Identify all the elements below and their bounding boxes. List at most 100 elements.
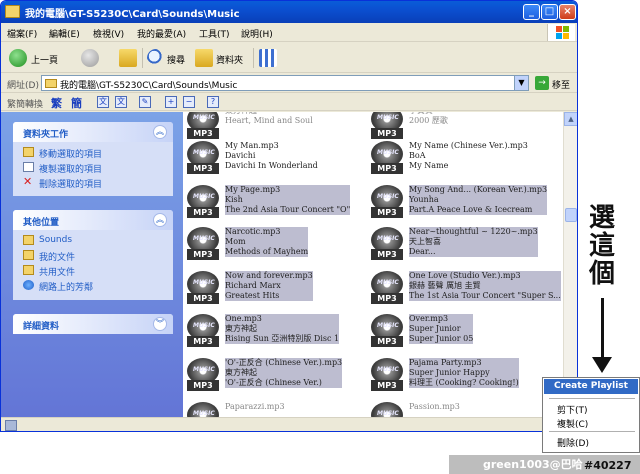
folders-button[interactable]: 資料夾 [195,47,249,69]
file-artist: BoA [409,151,426,160]
folder-icon [5,5,20,18]
file-item[interactable]: MUSIC MP3 My Name (Chinese Ver.).mp3 BoA My … [367,139,543,177]
disc-label: MUSIC [193,366,215,373]
folder-tasks-title: 資料夾工作 [23,130,69,140]
file-item[interactable]: MUSIC MP3 One Love (Studio Ver.).mp3 銀赫 藝聲 … [367,269,561,307]
file-info: My Song And... (Korean Ver.).mp3 Younha Pa… [409,185,548,215]
back-button[interactable]: 上一頁 [5,47,75,69]
file-item[interactable]: MUSIC MP3 Near~thoughtful ~ 1220~.mp3 天上智喜 D… [367,225,543,263]
views-icon [259,49,277,67]
search-button[interactable]: 搜尋 [147,47,191,69]
traditional-button[interactable]: 繁 [51,95,62,111]
file-item[interactable]: MUSIC MP3 Narcotic.mp3 Mom Methods of Mayhem [183,225,359,263]
file-item[interactable]: MUSIC MP3 Over.mp3 Super Junior Super Junior… [367,312,543,350]
file-item[interactable]: MUSIC MP3 My Page.mp3 Kish The 2nd Asia Tour… [183,183,359,221]
create-playlist-menu-item[interactable]: Create Playlist [544,379,638,394]
convert-help-icon[interactable]: ? [207,96,219,108]
cd-disc-icon: MUSIC [187,402,219,417]
convert-settings-icon[interactable]: ✎ [139,96,151,108]
file-item[interactable]: MUSICMP3 Paparazzi.mp3 [183,400,359,417]
file-artist: 東方神起 [225,368,343,378]
disc-label: MUSIC [377,279,399,286]
file-artist: 銀赫 藝聲 厲旭 圭賢 [409,281,561,291]
file-info: Narcotic.mp3 Mom Methods of Mayhem [225,227,309,257]
file-item[interactable]: MUSIC MP3 Pajama Party.mp3 Super Junior Hap… [367,356,543,394]
file-item[interactable]: MUSIC MP3 One.mp3 東方神起 Rising Sun 亞洲特別版 Disc… [183,312,359,350]
menu-tools[interactable]: 工具(T) [199,27,230,40]
mp3-badge: MP3 [187,336,219,347]
place-my-documents-label: 我的文件 [39,253,76,263]
file-name: One Love (Studio Ver.).mp3 [409,271,561,281]
zoom-out-icon[interactable]: − [183,96,195,108]
file-item[interactable]: MUSIC MP3 東方神起Heart, Mind and Soul [183,112,359,142]
title-bar[interactable]: 我的電腦\GT-S5230C\Card\Sounds\Music _ □ × [1,1,577,23]
back-arrow-icon [9,49,27,67]
mp3-file-icon: MUSICMP3 [369,402,405,417]
mp3-badge: MP3 [187,380,219,391]
file-item[interactable]: MUSIC MP3 李貞賢2000 歷歌 [367,112,543,142]
mp3-file-icon: MUSICMP3 [369,185,405,219]
annotation-text: 選這個 [588,203,615,289]
collapse-icon[interactable]: ︽ [153,125,167,139]
file-info: My Page.mp3 Kish The 2nd Asia Tour Concert… [225,185,351,215]
file-item[interactable]: MUSIC MP3 My Song And... (Korean Ver.).mp3… [367,183,548,221]
address-dropdown-button[interactable]: ▼ [514,76,528,90]
mp3-badge: MP3 [187,128,219,139]
task-copy-label: 複製選取的項目 [39,165,103,175]
mp3-file-icon: MUSICMP3 [369,314,405,348]
mp3-file-icon: MUSICMP3 [369,141,405,175]
views-button[interactable] [259,47,287,69]
menu-favorites[interactable]: 我的最愛(A) [137,27,186,40]
menu-view[interactable]: 檢視(V) [93,27,124,40]
file-info: My Man.mp3 Davichi Davichi In Wonderland [225,141,318,171]
other-places-header[interactable]: 其他位置 ︽ [13,210,173,230]
vertical-scrollbar[interactable]: ▲ [563,112,577,417]
folder-icon [23,265,34,275]
details-header[interactable]: 詳細資料 ︾ [13,314,173,334]
mp3-file-icon: MUSICMP3 [369,112,405,140]
file-name: 'O'-正反合 (Chinese Ver.).mp3 [225,358,343,368]
convert-doc-icon[interactable]: 文 [97,96,109,108]
maximize-icon: □ [544,6,555,17]
file-item[interactable]: MUSIC MP3 Now and forever.mp3 Richard Marx G… [183,269,359,307]
expand-icon[interactable]: ︾ [153,317,167,331]
file-item[interactable]: MUSIC MP3 My Man.mp3 Davichi Davichi In Wond… [183,139,359,177]
go-button[interactable]: → [535,76,549,90]
up-folder-button[interactable] [117,47,139,69]
file-album: Davichi In Wonderland [225,161,318,170]
address-input[interactable]: 我的電腦\GT-S5230C\Card\Sounds\Music ▼ [41,75,529,91]
copy-menu-item[interactable]: 複製(C) [557,417,588,430]
convert-doc2-icon[interactable]: 文 [115,96,127,108]
folder-tasks-header[interactable]: 資料夾工作 ︽ [13,122,173,142]
minimize-button[interactable]: _ [523,4,540,20]
file-info: Paparazzi.mp3 [225,402,285,412]
simplified-button[interactable]: 簡 [71,95,82,111]
file-artist: 2000 歷歌 [409,116,448,125]
scroll-thumb[interactable] [565,208,577,222]
menu-help[interactable]: 說明(H) [241,27,273,40]
copy-icon [23,162,34,172]
file-item[interactable]: MUSIC MP3 'O'-正反合 (Chinese Ver.).mp3 東方神起 'O… [183,356,359,394]
forward-button[interactable] [79,47,113,69]
close-button[interactable]: × [559,4,576,20]
search-icon [147,49,165,67]
mp3-file-icon: MUSICMP3 [185,227,221,261]
zoom-in-icon[interactable]: + [165,96,177,108]
file-item[interactable]: MUSICMP3 Passion.mp3 [367,400,543,417]
details-panel: 詳細資料 ︾ [13,314,173,334]
file-list: MUSICMP3東方神起Heart, Mind and SoulMUSICMP3… [183,112,563,417]
maximize-button[interactable]: □ [541,4,558,20]
cut-menu-item[interactable]: 剪下(T) [557,403,588,416]
collapse-icon[interactable]: ︽ [153,213,167,227]
file-info: Near~thoughtful ~ 1220~.mp3 天上智喜 Dear... [409,227,538,257]
delete-menu-item[interactable]: 刪除(D) [557,436,589,449]
menu-file[interactable]: 檔案(F) [7,27,37,40]
go-label[interactable]: 移至 [552,78,570,91]
menu-edit[interactable]: 編輯(E) [49,27,80,40]
folders-icon [195,49,213,67]
network-icon [23,280,34,290]
address-bar: 網址(D) 我的電腦\GT-S5230C\Card\Sounds\Music ▼… [1,73,577,93]
mp3-badge: MP3 [371,336,403,347]
scroll-up-button[interactable]: ▲ [564,112,577,126]
file-name: Near~thoughtful ~ 1220~.mp3 [409,227,538,237]
